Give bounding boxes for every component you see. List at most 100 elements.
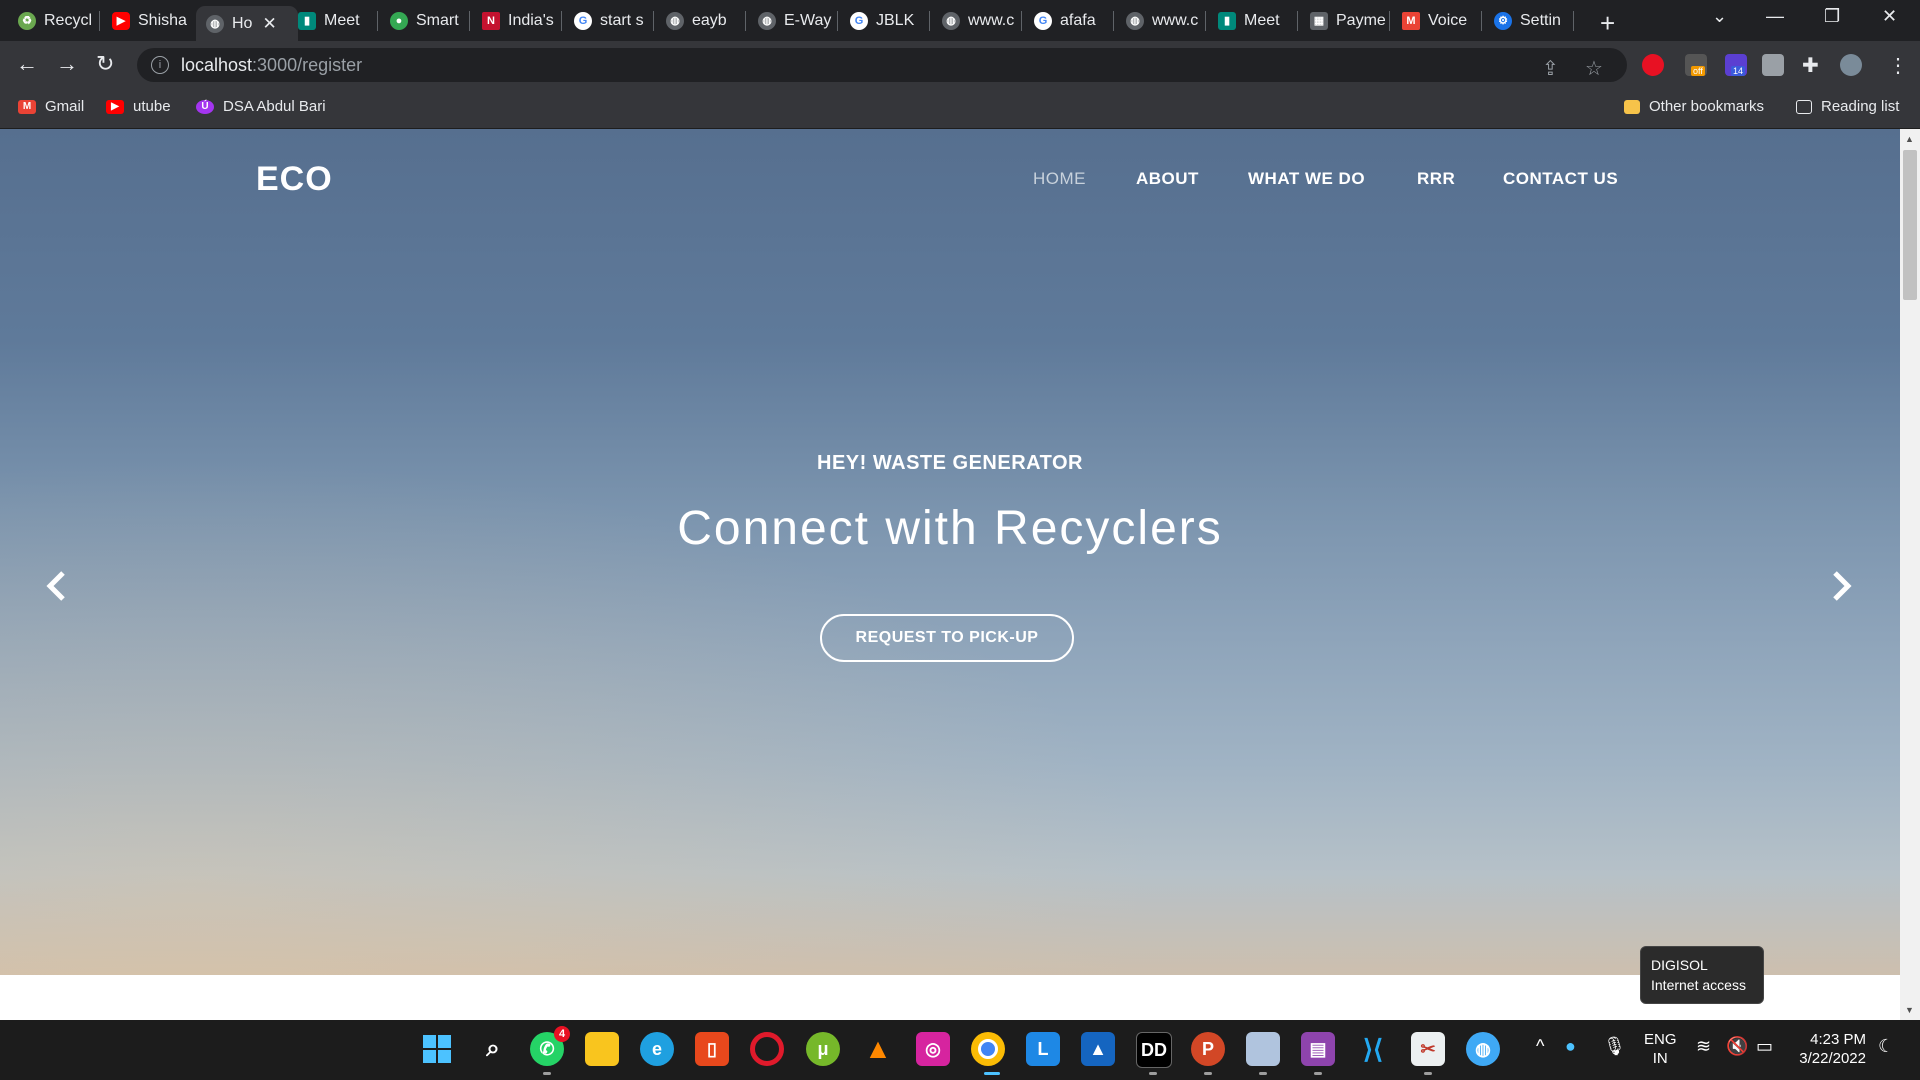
tab-google-start[interactable]: Gstart s: [574, 6, 654, 35]
hero-kicker: HEY! WASTE GENERATOR: [817, 452, 1083, 474]
nav-home[interactable]: HOME: [1033, 169, 1086, 189]
scroll-down-icon[interactable]: ▼: [1905, 1005, 1914, 1015]
tab-www-2[interactable]: ◍ www.c: [1126, 6, 1206, 35]
meet-icon: ▮: [1218, 11, 1236, 30]
carousel-next-icon[interactable]: [1830, 569, 1854, 603]
close-tab-icon[interactable]: ✕: [262, 14, 276, 34]
chrome-menu-icon[interactable]: ⋮: [1888, 53, 1908, 78]
carousel-prev-icon[interactable]: [44, 569, 68, 603]
windows-start-icon[interactable]: [420, 1032, 454, 1066]
bookmark-dsa[interactable]: Ú DSA Abdul Bari: [196, 98, 326, 115]
tab-jblk[interactable]: G JBLK: [850, 6, 930, 35]
battery-icon[interactable]: ▭: [1756, 1036, 1773, 1057]
share-icon[interactable]: ⇪: [1542, 56, 1559, 81]
adblock-extension-icon[interactable]: [1642, 54, 1664, 76]
site-logo[interactable]: ECO: [256, 160, 333, 199]
powerpoint-icon[interactable]: P: [1191, 1032, 1225, 1066]
globe-icon: ◍: [758, 11, 776, 30]
globe-icon: ◍: [666, 11, 684, 30]
tab-www-1[interactable]: ◍ www.c: [942, 6, 1022, 35]
other-bookmarks[interactable]: Other bookmarks: [1624, 98, 1764, 115]
utorrent-icon[interactable]: μ: [806, 1032, 840, 1066]
photos-icon[interactable]: ▲: [1081, 1032, 1115, 1066]
tab-settings[interactable]: ⚙ Settin: [1494, 6, 1574, 35]
l-app-icon[interactable]: L: [1026, 1032, 1060, 1066]
chrome-icon[interactable]: [971, 1032, 1005, 1066]
screenshot-extension-icon[interactable]: [1762, 54, 1784, 76]
office-icon[interactable]: ▯: [695, 1032, 729, 1066]
winrar-icon[interactable]: ▤: [1301, 1032, 1335, 1066]
running-indicator: [1149, 1072, 1157, 1075]
restore-icon[interactable]: ❐: [1824, 6, 1840, 27]
bookmark-utube[interactable]: ▶ utube: [106, 98, 171, 115]
edge-icon[interactable]: e: [640, 1032, 674, 1066]
close-window-icon[interactable]: ✕: [1882, 6, 1897, 27]
extensions-puzzle-icon[interactable]: ✚: [1802, 53, 1819, 78]
tab-payment[interactable]: ▦ Payme: [1310, 6, 1390, 35]
payment-icon: ▦: [1310, 11, 1328, 30]
url-host: localhost: [181, 54, 253, 75]
tab-meet-2[interactable]: ▮ Meet: [1218, 6, 1298, 35]
tab-eway[interactable]: ◍ E-Way: [758, 6, 838, 35]
reading-list[interactable]: Reading list: [1796, 98, 1899, 115]
youtube-icon: ▶: [112, 11, 130, 30]
vscode-icon[interactable]: ⟩⟨: [1356, 1032, 1390, 1066]
minimize-icon[interactable]: —: [1766, 6, 1784, 27]
extension-counter-icon[interactable]: 14: [1725, 54, 1747, 76]
tab-active[interactable]: ◍ Ho ✕: [196, 6, 298, 41]
tray-app-icon[interactable]: ●: [1565, 1036, 1576, 1057]
dolby-icon[interactable]: DD: [1136, 1032, 1172, 1068]
tab-india[interactable]: N India's: [482, 6, 562, 35]
language-indicator[interactable]: ENG IN: [1644, 1030, 1677, 1068]
tab-eway-bill[interactable]: ◍ eayb: [666, 6, 746, 35]
tab-meet[interactable]: ▮ Meet: [298, 6, 378, 35]
hero-carousel: ECO HOME ABOUT WHAT WE DO RRR CONTACT US…: [0, 129, 1900, 975]
tab-smart[interactable]: ● Smart: [390, 6, 470, 35]
browser-toolbar: ← → ↻ i localhost:3000/register ⇪ ☆ off …: [0, 41, 1920, 89]
web-icon[interactable]: ◍: [1466, 1032, 1500, 1066]
gear-icon: ⚙: [1494, 11, 1512, 30]
instagram-icon[interactable]: ◎: [916, 1032, 950, 1066]
show-hidden-icons-icon[interactable]: ^: [1536, 1036, 1544, 1057]
system-clock[interactable]: 4:23 PM 3/22/2022: [1796, 1030, 1866, 1068]
honey-extension-icon[interactable]: off: [1685, 54, 1707, 76]
profile-avatar[interactable]: [1840, 54, 1862, 76]
reload-icon[interactable]: ↻: [96, 51, 114, 77]
scroll-up-icon[interactable]: ▲: [1905, 134, 1914, 144]
file-explorer-icon[interactable]: [585, 1032, 619, 1066]
notification-moon-icon[interactable]: ☾: [1878, 1036, 1894, 1057]
nav-rrr[interactable]: RRR: [1417, 169, 1455, 189]
bookmark-gmail[interactable]: M Gmail: [18, 98, 84, 115]
monitor-icon[interactable]: [1246, 1032, 1280, 1066]
tab-search-chevron-icon[interactable]: ⌄: [1712, 6, 1727, 27]
bookmark-star-icon[interactable]: ☆: [1585, 56, 1603, 81]
snipping-icon[interactable]: ✂: [1411, 1032, 1445, 1066]
whatsapp-icon[interactable]: ✆ 4: [530, 1026, 570, 1066]
back-icon[interactable]: ←: [16, 51, 38, 77]
nav-contact-us[interactable]: CONTACT US: [1503, 169, 1618, 189]
search-icon[interactable]: ⌕: [476, 1032, 510, 1066]
google-icon: G: [574, 11, 592, 30]
bookmarks-bar: M Gmail ▶ utube Ú DSA Abdul Bari Other book…: [0, 89, 1920, 129]
vlc-icon[interactable]: ▲: [861, 1032, 895, 1066]
page-viewport: ECO HOME ABOUT WHAT WE DO RRR CONTACT US…: [0, 129, 1900, 1020]
request-pickup-button[interactable]: REQUEST TO PICK-UP: [820, 614, 1074, 662]
wifi-icon[interactable]: ≋: [1696, 1036, 1711, 1057]
tab-voice[interactable]: M Voice: [1402, 6, 1482, 35]
new-tab-button[interactable]: +: [1600, 8, 1615, 39]
youtube-icon: ▶: [106, 99, 124, 114]
scrollbar-thumb[interactable]: [1903, 150, 1917, 300]
opera-icon[interactable]: [750, 1032, 784, 1066]
address-bar[interactable]: i localhost:3000/register ⇪ ☆: [137, 48, 1627, 82]
running-indicator: [1259, 1072, 1267, 1075]
tab-afafa[interactable]: Gafafa: [1034, 6, 1114, 35]
site-info-icon[interactable]: i: [151, 56, 169, 74]
forward-icon[interactable]: →: [56, 51, 78, 77]
tab-recycle[interactable]: ♻ Recycl: [18, 6, 100, 35]
microphone-icon[interactable]: 🎙: [1603, 1036, 1626, 1057]
tab-youtube[interactable]: ▶ Shisha: [112, 6, 190, 35]
nav-what-we-do[interactable]: WHAT WE DO: [1248, 169, 1365, 189]
volume-muted-icon[interactable]: 🔇: [1726, 1036, 1748, 1057]
nav-about[interactable]: ABOUT: [1136, 169, 1199, 189]
running-indicator: [1424, 1072, 1432, 1075]
